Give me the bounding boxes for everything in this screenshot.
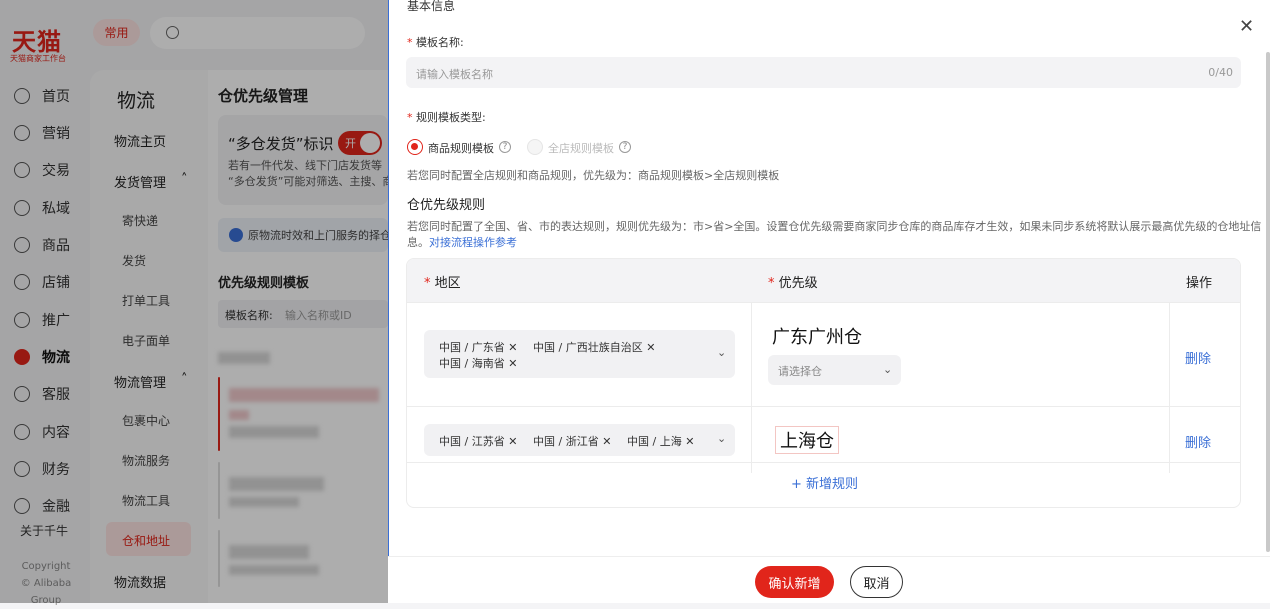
help-icon[interactable]: ? bbox=[499, 141, 511, 153]
template-name-input[interactable]: 请输入模板名称 0/40 bbox=[406, 57, 1241, 88]
col-label: 优先级 bbox=[778, 276, 818, 291]
table-row: 中国 / 广东省 ✕ 中国 / 广西壮族自治区 ✕ 中国 / 海南省 ✕ ⌄ 广… bbox=[407, 302, 1240, 407]
col-region: * 地区 bbox=[424, 272, 461, 291]
warehouse-select[interactable]: 请选择仓 ⌄ bbox=[768, 355, 901, 385]
tag-text: 中国 / 江苏省 bbox=[439, 435, 505, 448]
warehouse-name: 上海仓 bbox=[775, 426, 839, 454]
priority-note-end: 息。对接流程操作参考 bbox=[407, 234, 517, 250]
tag-close-icon[interactable]: ✕ bbox=[508, 435, 517, 448]
region-tag[interactable]: 中国 / 浙江省 ✕ bbox=[533, 433, 611, 449]
label-text: 模板名称: bbox=[416, 36, 464, 49]
tag-text: 中国 / 广西壮族自治区 bbox=[533, 341, 643, 354]
delete-rule-link[interactable]: 删除 bbox=[1185, 432, 1211, 451]
char-count: 0/40 bbox=[1208, 66, 1233, 79]
tag-text: 中国 / 广东省 bbox=[439, 341, 505, 354]
section-basic-info: 基本信息 bbox=[407, 0, 456, 13]
tag-close-icon[interactable]: ✕ bbox=[508, 341, 517, 354]
priority-note: 若您同时配置了全国、省、市的表达规则，规则优先级为：市>省>全国。设置仓优先级需… bbox=[407, 220, 1262, 233]
region-tag[interactable]: 中国 / 上海 ✕ bbox=[627, 433, 694, 449]
tag-close-icon[interactable]: ✕ bbox=[508, 357, 517, 370]
table-header: * 地区 * 优先级 操作 bbox=[407, 259, 1240, 302]
priority-rules-table: * 地区 * 优先级 操作 中国 / 广东省 ✕ 中国 / 广西壮族自治区 ✕ … bbox=[406, 258, 1241, 508]
tag-close-icon[interactable]: ✕ bbox=[602, 435, 611, 448]
radio-store-template[interactable] bbox=[527, 139, 543, 155]
select-placeholder: 请选择仓 bbox=[778, 365, 822, 378]
tag-close-icon[interactable]: ✕ bbox=[685, 435, 694, 448]
drawer-scrollbar[interactable] bbox=[1266, 52, 1270, 552]
col-label: 地区 bbox=[434, 276, 461, 291]
col-action: 操作 bbox=[1186, 276, 1213, 291]
chevron-down-icon[interactable]: ⌄ bbox=[883, 363, 892, 376]
region-cascader[interactable]: 中国 / 江苏省 ✕ 中国 / 浙江省 ✕ 中国 / 上海 ✕ ⌄ bbox=[424, 424, 735, 456]
required-mark: * bbox=[407, 36, 416, 49]
radio-product-template[interactable] bbox=[407, 139, 423, 155]
close-icon[interactable]: ✕ bbox=[1239, 18, 1254, 36]
modal-overlay[interactable] bbox=[0, 0, 388, 603]
confirm-add-button[interactable]: 确认新增 bbox=[755, 566, 834, 598]
label-text: 规则模板类型: bbox=[416, 111, 486, 124]
add-rule-button[interactable]: + 新增规则 bbox=[407, 462, 1240, 492]
chevron-down-icon[interactable]: ⌄ bbox=[717, 346, 726, 359]
note-text: 息。 bbox=[407, 236, 429, 249]
tag-text: 中国 / 海南省 bbox=[439, 357, 505, 370]
region-tag[interactable]: 中国 / 江苏省 ✕ bbox=[439, 433, 517, 449]
chevron-down-icon[interactable]: ⌄ bbox=[717, 432, 726, 445]
cancel-button[interactable]: 取消 bbox=[850, 566, 903, 598]
input-placeholder: 请输入模板名称 bbox=[416, 68, 493, 81]
region-tag[interactable]: 中国 / 广东省 ✕ bbox=[439, 339, 517, 355]
region-tag[interactable]: 中国 / 广西壮族自治区 ✕ bbox=[533, 339, 655, 355]
help-icon[interactable]: ? bbox=[619, 141, 631, 153]
template-type-label: * 规则模板类型: bbox=[407, 109, 486, 125]
radio-product-label[interactable]: 商品规则模板 bbox=[428, 140, 494, 156]
region-cascader[interactable]: 中国 / 广东省 ✕ 中国 / 广西壮族自治区 ✕ 中国 / 海南省 ✕ ⌄ bbox=[424, 330, 735, 378]
priority-section-title: 仓优先级规则 bbox=[407, 198, 486, 213]
divider bbox=[1169, 303, 1170, 407]
required-mark: * bbox=[768, 276, 779, 291]
radio-store-label[interactable]: 全店规则模板 bbox=[548, 140, 614, 156]
tag-text: 中国 / 上海 bbox=[627, 435, 682, 448]
tag-close-icon[interactable]: ✕ bbox=[646, 341, 655, 354]
warehouse-name: 广东广州仓 bbox=[772, 327, 862, 348]
divider bbox=[751, 303, 752, 407]
region-tag[interactable]: 中国 / 海南省 ✕ bbox=[439, 355, 517, 371]
col-priority: * 优先级 bbox=[768, 272, 818, 291]
tag-text: 中国 / 浙江省 bbox=[533, 435, 599, 448]
required-mark: * bbox=[407, 111, 416, 124]
delete-rule-link[interactable]: 删除 bbox=[1185, 348, 1211, 367]
template-name-label: * 模板名称: bbox=[407, 34, 464, 50]
type-note: 若您同时配置全店规则和商品规则，优先级为：商品规则模板>全店规则模板 bbox=[407, 169, 780, 182]
integration-guide-link[interactable]: 对接流程操作参考 bbox=[429, 236, 517, 249]
required-mark: * bbox=[424, 276, 435, 291]
